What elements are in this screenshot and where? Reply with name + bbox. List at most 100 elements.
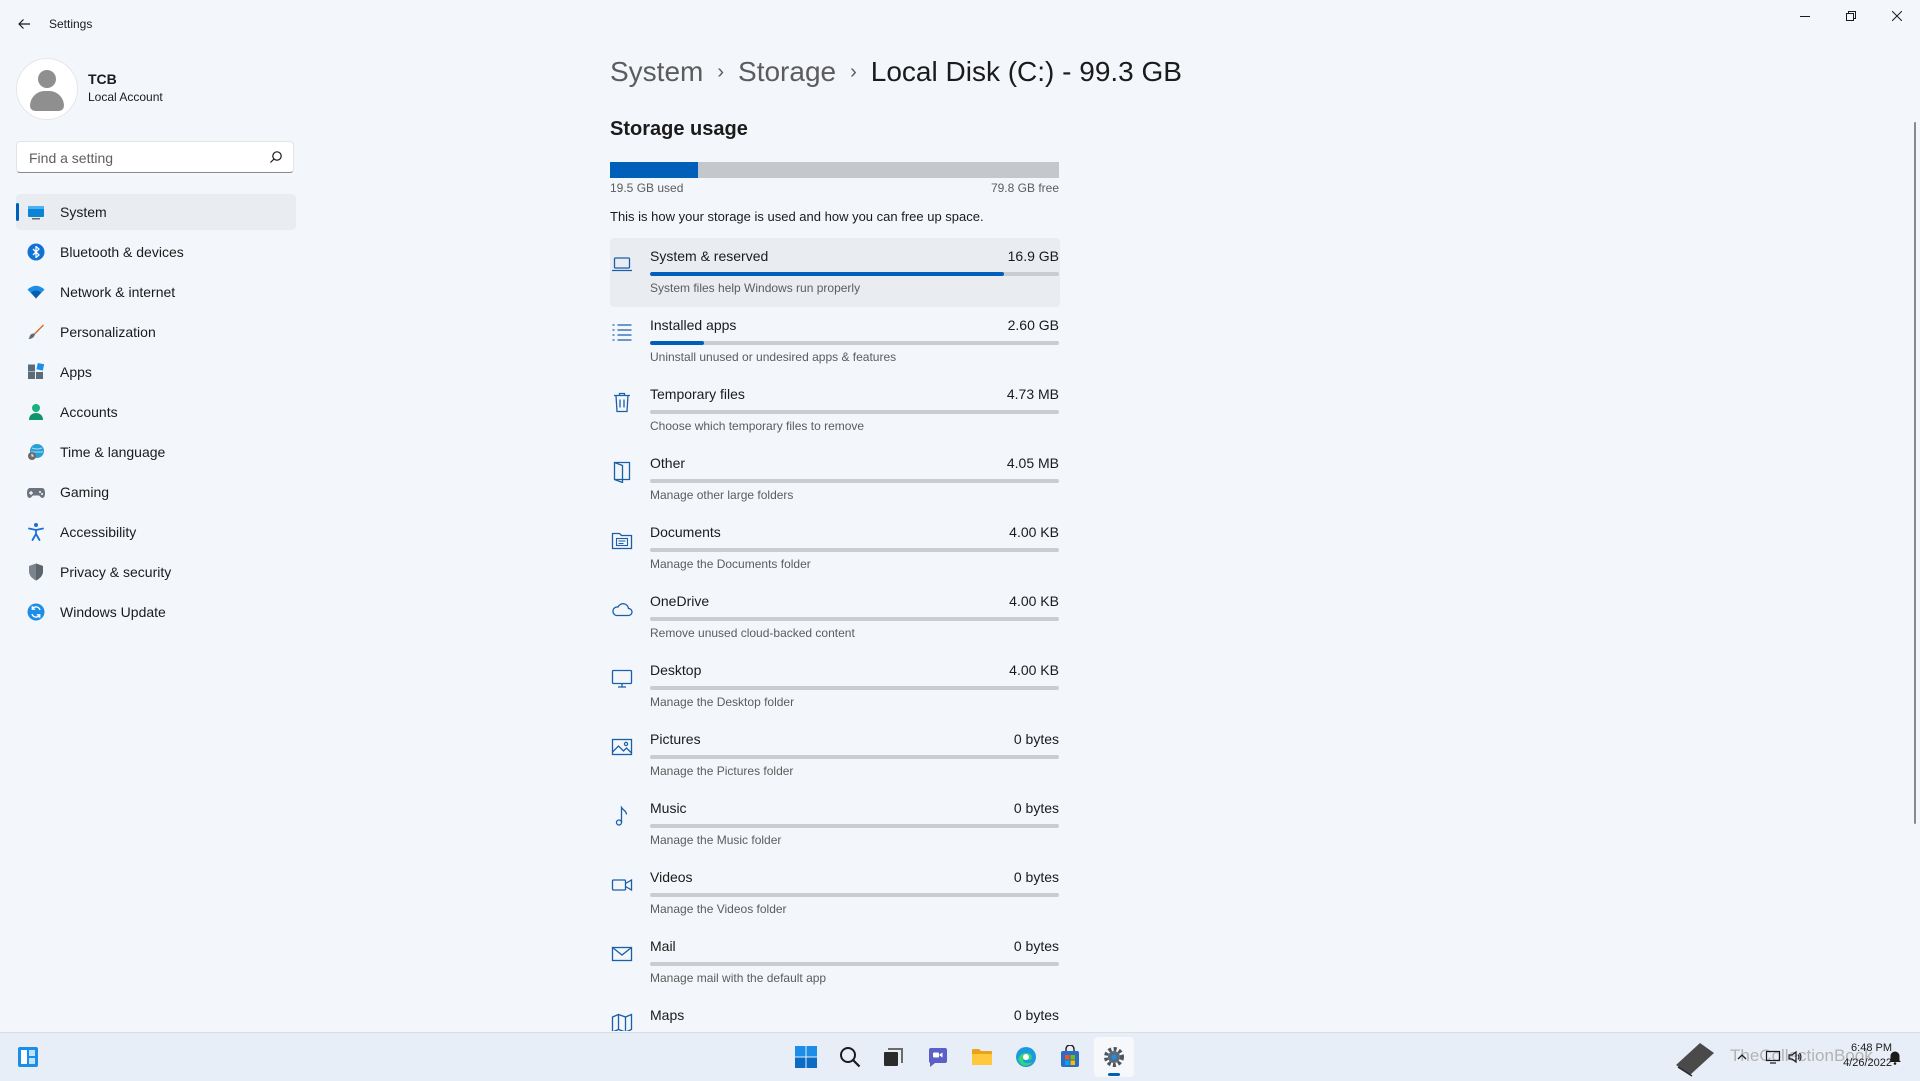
category-name: Desktop (650, 662, 702, 678)
breadcrumb-storage[interactable]: Storage (738, 56, 836, 87)
category-description: Manage mail with the default app (650, 971, 827, 985)
microsoft-store-button[interactable] (1050, 1037, 1090, 1077)
taskbar-search-button[interactable] (830, 1037, 870, 1077)
sidebar-item-label: Gaming (60, 484, 110, 500)
minimize-button[interactable] (1782, 0, 1828, 32)
category-usage-bar (650, 479, 1059, 483)
search-icon[interactable] (269, 150, 283, 164)
category-description: Remove unused cloud-backed content (650, 626, 855, 640)
sidebar-item-gaming[interactable]: Gaming (16, 474, 296, 510)
book-watermark-icon (1668, 1037, 1724, 1077)
sidebar-item-windows-update[interactable]: Windows Update (16, 594, 296, 630)
category-description: Uninstall unused or undesired apps & fea… (650, 350, 897, 364)
widgets-icon (18, 1047, 38, 1067)
sidebar-item-network-internet[interactable]: Network & internet (16, 274, 296, 310)
chat-button[interactable] (918, 1037, 958, 1077)
storage-usage-bar (610, 162, 1059, 178)
settings-app-button[interactable] (1094, 1037, 1134, 1077)
profile-name: TCB (88, 71, 117, 87)
sidebar-item-label: System (60, 204, 107, 220)
sidebar-item-privacy-security[interactable]: Privacy & security (16, 554, 296, 590)
page-title: Local Disk (C:) - 99.3 GB (870, 56, 1182, 87)
edge-browser-button[interactable] (1006, 1037, 1046, 1077)
task-view-icon (884, 1048, 903, 1066)
category-usage-bar (650, 755, 1059, 759)
category-mail[interactable]: Mail 0 bytes Manage mail with the defaul… (610, 928, 1060, 997)
sidebar-item-label: Bluetooth & devices (60, 244, 184, 260)
file-explorer-button[interactable] (962, 1037, 1002, 1077)
sidebar-item-label: Apps (60, 364, 92, 380)
documents-icon (611, 532, 633, 550)
globe-clock-icon (28, 444, 44, 460)
category-name: Maps (650, 1007, 685, 1023)
category-other[interactable]: Other 4.05 MB Manage other large folders (610, 445, 1060, 514)
sidebar-item-accounts[interactable]: Accounts (16, 394, 296, 430)
bell-icon (1889, 1051, 1901, 1065)
close-button[interactable] (1874, 0, 1920, 32)
category-onedrive[interactable]: OneDrive 4.00 KB Remove unused cloud-bac… (610, 583, 1060, 652)
category-system-reserved[interactable]: System & reserved 16.9 GB System files h… (610, 238, 1060, 307)
storage-free-label: 79.8 GB free (990, 181, 1059, 195)
search-input[interactable] (27, 142, 261, 174)
sidebar-item-accessibility[interactable]: Accessibility (16, 514, 296, 550)
category-usage-bar (650, 962, 1059, 966)
list-icon (612, 324, 632, 341)
widgets-button[interactable] (8, 1037, 48, 1077)
chevron-right-icon: › (850, 61, 857, 83)
back-button[interactable] (12, 12, 36, 36)
start-button[interactable] (786, 1037, 826, 1077)
laptop-icon (612, 257, 632, 272)
category-videos[interactable]: Videos 0 bytes Manage the Videos folder (610, 859, 1060, 928)
sidebar-item-bluetooth-devices[interactable]: Bluetooth & devices (16, 234, 296, 270)
search-icon (840, 1047, 861, 1068)
breadcrumb-system[interactable]: System (610, 56, 703, 87)
sidebar-item-label: Time & language (60, 444, 166, 460)
breadcrumb: System › Storage › Local Disk (C:) - 99.3 GB (610, 56, 1182, 96)
task-view-button[interactable] (873, 1037, 913, 1077)
category-name: System & reserved (650, 248, 769, 264)
restore-button[interactable] (1828, 0, 1874, 32)
content-scrollbar[interactable] (1914, 122, 1916, 824)
apps-icon (28, 362, 45, 379)
category-music[interactable]: Music 0 bytes Manage the Music folder (610, 790, 1060, 859)
notifications-button[interactable] (1884, 1047, 1906, 1067)
show-hidden-icons-button[interactable] (1731, 1047, 1753, 1067)
category-name: Installed apps (650, 317, 737, 333)
network-tray-button[interactable] (1762, 1047, 1784, 1067)
cloud-icon (612, 603, 633, 617)
sidebar-item-apps[interactable]: Apps (16, 354, 296, 390)
sidebar-item-personalization[interactable]: Personalization (16, 314, 296, 350)
user-profile[interactable]: TCB Local Account (16, 58, 296, 120)
sidebar-item-label: Accounts (60, 404, 118, 420)
taskbar-clock[interactable]: 6:48 PM 4/26/2022 (1800, 1041, 1892, 1071)
map-icon (611, 1013, 633, 1031)
storage-category-list: System & reserved 16.9 GB System files h… (610, 238, 1060, 1031)
sidebar-item-time-language[interactable]: Time & language (16, 434, 296, 470)
wifi-icon (27, 285, 45, 299)
category-size: 4.00 KB (1009, 662, 1059, 678)
category-pictures[interactable]: Pictures 0 bytes Manage the Pictures fol… (610, 721, 1060, 790)
category-installed-apps[interactable]: Installed apps 2.60 GB Uninstall unused … (610, 307, 1060, 376)
settings-search (16, 141, 294, 174)
gamepad-icon (27, 488, 45, 498)
category-desktop[interactable]: Desktop 4.00 KB Manage the Desktop folde… (610, 652, 1060, 721)
category-temporary-files[interactable]: Temporary files 4.73 MB Choose which tem… (610, 376, 1060, 445)
category-usage-bar (650, 686, 1059, 690)
category-usage-bar (650, 272, 1059, 276)
category-name: Documents (650, 524, 721, 540)
category-name: Temporary files (650, 386, 745, 402)
gear-icon (1104, 1047, 1124, 1067)
category-name: OneDrive (650, 593, 710, 609)
category-size: 0 bytes (1013, 869, 1059, 885)
video-camera-icon (611, 878, 633, 892)
category-description: Manage the Pictures folder (650, 764, 794, 778)
category-size: 4.00 KB (1009, 524, 1059, 540)
clock-time: 6:48 PM (1851, 1042, 1892, 1054)
category-documents[interactable]: Documents 4.00 KB Manage the Documents f… (610, 514, 1060, 583)
shield-icon (29, 563, 43, 581)
category-maps[interactable]: Maps 0 bytes (610, 997, 1060, 1031)
sidebar-item-label: Network & internet (60, 284, 176, 300)
category-usage-fill (650, 341, 705, 345)
sidebar-item-system[interactable]: System (16, 194, 296, 230)
edge-icon (1016, 1047, 1036, 1067)
